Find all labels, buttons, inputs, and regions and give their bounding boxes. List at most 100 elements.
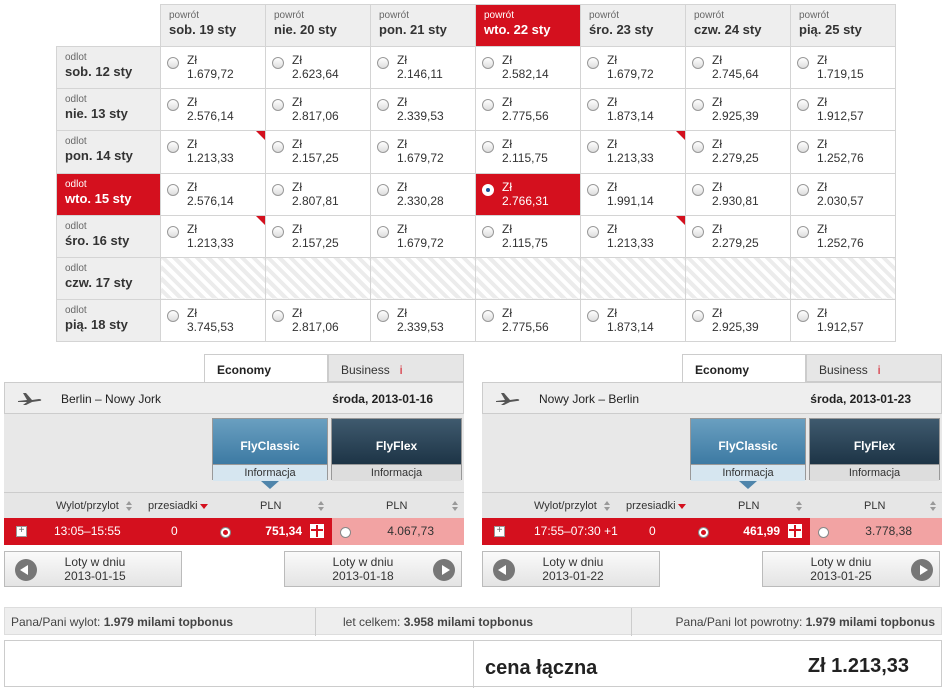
- depart-date-header[interactable]: odlot pią. 18 sty: [56, 298, 161, 343]
- fare-cell[interactable]: Zł 2.146,11: [370, 46, 476, 90]
- fare-cell[interactable]: Zł 2.030,57: [790, 172, 896, 216]
- fare-cell[interactable]: Zł 1.679,72: [370, 214, 476, 258]
- fare-cell[interactable]: Zł 2.115,75: [475, 214, 581, 258]
- fare-radio[interactable]: [482, 309, 494, 322]
- flyclassic-radio[interactable]: [698, 527, 709, 538]
- next-day-button[interactable]: Loty w dniu 2013-01-18: [284, 551, 462, 587]
- fare-radio[interactable]: [587, 183, 599, 196]
- tab-business[interactable]: Business i: [328, 354, 464, 382]
- fare-cell[interactable]: Zł 2.930,81: [685, 172, 791, 216]
- fare-radio[interactable]: [797, 141, 809, 154]
- fare-cell[interactable]: Zł 2.775,56: [475, 88, 581, 132]
- fare-radio[interactable]: [377, 141, 389, 154]
- return-date-header[interactable]: powrót wto. 22 sty: [475, 3, 581, 48]
- fare-cell[interactable]: Zł 2.623,64: [265, 46, 371, 90]
- tab-economy[interactable]: Economy: [682, 354, 806, 383]
- fare-radio[interactable]: [587, 57, 599, 70]
- fare-radio[interactable]: [587, 225, 599, 238]
- flyflex-price-cell[interactable]: 3.778,38: [810, 518, 942, 545]
- fare-radio[interactable]: [692, 309, 704, 322]
- fare-cell[interactable]: Zł 1.679,72: [160, 46, 266, 90]
- fare-radio[interactable]: [377, 309, 389, 322]
- fare-cell[interactable]: Zł 2.157,25: [265, 130, 371, 174]
- fare-radio[interactable]: [377, 99, 389, 112]
- flyclassic-info-link[interactable]: Informacja: [213, 464, 327, 481]
- fare-cell[interactable]: Zł 1.252,76: [790, 214, 896, 258]
- fare-cell[interactable]: Zł 1.213,33: [580, 130, 686, 174]
- flight-row[interactable]: + 13:05–15:55 0 751,34 4.067,73: [4, 518, 464, 545]
- flyflex-info-link[interactable]: Informacja: [810, 464, 939, 481]
- fare-cell[interactable]: Zł 2.339,53: [370, 88, 476, 132]
- fare-radio[interactable]: [272, 225, 284, 238]
- prev-day-button[interactable]: Loty w dniu 2013-01-22: [482, 551, 660, 587]
- fare-cell[interactable]: Zł 3.745,53: [160, 298, 266, 343]
- info-icon[interactable]: i: [400, 363, 403, 377]
- return-date-header[interactable]: powrót pią. 25 sty: [790, 3, 896, 48]
- depart-date-header[interactable]: odlot czw. 17 sty: [56, 256, 161, 300]
- sort-icon[interactable]: [126, 501, 132, 511]
- fare-cell[interactable]: Zł 1.991,14: [580, 172, 686, 216]
- fare-radio[interactable]: [482, 183, 494, 196]
- next-day-button[interactable]: Loty w dniu 2013-01-25: [762, 551, 940, 587]
- fare-radio[interactable]: [167, 183, 179, 196]
- flyflex-info-link[interactable]: Informacja: [332, 464, 461, 481]
- fare-cell[interactable]: Zł 2.766,31: [475, 172, 581, 216]
- sort-icon[interactable]: [604, 501, 610, 511]
- expand-plus-icon[interactable]: +: [16, 526, 27, 537]
- fare-cell[interactable]: Zł 2.807,81: [265, 172, 371, 216]
- sort-icon[interactable]: [452, 501, 458, 511]
- sort-icon[interactable]: [318, 501, 324, 511]
- depart-date-header[interactable]: odlot śro. 16 sty: [56, 214, 161, 258]
- col-pln-1[interactable]: PLN: [738, 500, 759, 512]
- fare-radio[interactable]: [167, 225, 179, 238]
- fare-cell[interactable]: Zł 2.745,64: [685, 46, 791, 90]
- fare-radio[interactable]: [167, 141, 179, 154]
- fare-cell[interactable]: Zł 2.339,53: [370, 298, 476, 343]
- fare-cell[interactable]: Zł 2.279,25: [685, 214, 791, 258]
- col-stops[interactable]: przesiadki: [148, 500, 198, 512]
- flyflex-radio[interactable]: [818, 527, 829, 538]
- fare-cell[interactable]: Zł 2.925,39: [685, 298, 791, 343]
- fare-cell[interactable]: Zł 1.213,33: [160, 130, 266, 174]
- col-pln-1[interactable]: PLN: [260, 500, 281, 512]
- fare-radio[interactable]: [587, 99, 599, 112]
- fare-radio[interactable]: [167, 99, 179, 112]
- fare-radio[interactable]: [692, 99, 704, 112]
- fare-cell[interactable]: Zł 1.213,33: [160, 214, 266, 258]
- fare-radio[interactable]: [482, 225, 494, 238]
- flyflex-radio[interactable]: [340, 527, 351, 538]
- flyflex-fare[interactable]: FlyFlex Informacja: [331, 418, 462, 481]
- fare-radio[interactable]: [272, 183, 284, 196]
- fare-cell[interactable]: Zł 2.925,39: [685, 88, 791, 132]
- fare-radio[interactable]: [482, 141, 494, 154]
- flyflex-fare[interactable]: FlyFlex Informacja: [809, 418, 940, 481]
- fare-radio[interactable]: [167, 309, 179, 322]
- fare-radio[interactable]: [377, 183, 389, 196]
- depart-date-header[interactable]: odlot nie. 13 sty: [56, 88, 161, 132]
- fare-cell[interactable]: Zł 2.817,06: [265, 298, 371, 343]
- expand-plus-icon[interactable]: +: [494, 526, 505, 537]
- sort-icon[interactable]: [930, 501, 936, 511]
- return-date-header[interactable]: powrót czw. 24 sty: [685, 3, 791, 48]
- return-date-header[interactable]: powrót sob. 19 sty: [160, 3, 266, 48]
- fare-cell[interactable]: Zł 2.775,56: [475, 298, 581, 343]
- flyclassic-fare[interactable]: FlyClassic Informacja: [690, 418, 806, 489]
- sort-desc-icon[interactable]: [678, 504, 686, 509]
- col-pln-2[interactable]: PLN: [386, 500, 407, 512]
- col-pln-2[interactable]: PLN: [864, 500, 885, 512]
- fare-cell[interactable]: Zł 1.719,15: [790, 46, 896, 90]
- fare-cell[interactable]: Zł 2.817,06: [265, 88, 371, 132]
- flight-row[interactable]: + 17:55–07:30 +1 0 461,99 3.778,38: [482, 518, 942, 545]
- fare-radio[interactable]: [482, 57, 494, 70]
- fare-cell[interactable]: Zł 2.279,25: [685, 130, 791, 174]
- depart-date-header[interactable]: odlot pon. 14 sty: [56, 130, 161, 174]
- flyclassic-price-cell[interactable]: 461,99: [690, 518, 808, 545]
- fare-radio[interactable]: [377, 225, 389, 238]
- fare-radio[interactable]: [377, 57, 389, 70]
- return-date-header[interactable]: powrót nie. 20 sty: [265, 3, 371, 48]
- fare-radio[interactable]: [797, 99, 809, 112]
- fare-cell[interactable]: Zł 1.912,57: [790, 298, 896, 343]
- flyclassic-radio[interactable]: [220, 527, 231, 538]
- fare-cell[interactable]: Zł 1.679,72: [370, 130, 476, 174]
- fare-cell[interactable]: Zł 2.576,14: [160, 88, 266, 132]
